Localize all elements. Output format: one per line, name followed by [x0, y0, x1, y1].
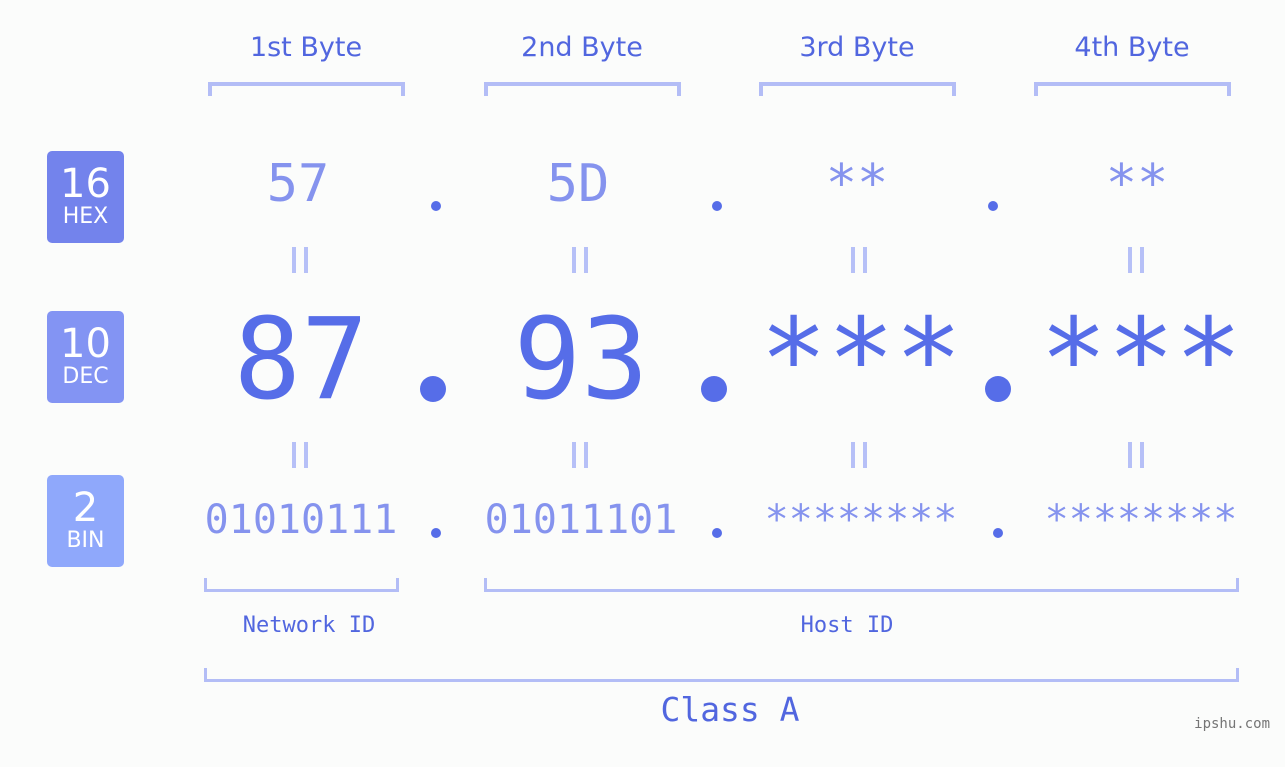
dec-byte-2: 93: [513, 295, 649, 425]
bin-byte-4: ********: [1044, 497, 1238, 543]
bin-byte-1: 01010111: [204, 497, 398, 543]
dec-base-label: DEC: [62, 364, 109, 389]
bin-dot-2: [712, 528, 722, 538]
byte-label-4: 4th Byte: [1074, 32, 1190, 63]
byte-bracket-1: [208, 82, 405, 96]
equals-icon: [851, 247, 867, 273]
bin-byte-2: 01011101: [484, 497, 678, 543]
dec-dot-2: [701, 376, 727, 402]
hex-byte-2: 5D: [546, 154, 610, 214]
dec-dot-3: [985, 376, 1011, 402]
host-id-label: Host ID: [800, 613, 894, 638]
hex-base-label: HEX: [62, 204, 109, 229]
byte-label-2: 2nd Byte: [521, 32, 643, 63]
dec-byte-1: 87: [233, 295, 369, 425]
dec-dot-1: [420, 376, 446, 402]
equals-icon: [292, 442, 308, 468]
hex-dot-2: [712, 201, 722, 211]
hex-base-number: 16: [60, 161, 111, 207]
network-id-bracket: [204, 578, 399, 592]
equals-icon: [292, 247, 308, 273]
equals-icon: [1128, 442, 1144, 468]
byte-label-3: 3rd Byte: [799, 32, 915, 63]
dec-byte-4: ***: [1039, 295, 1243, 425]
hex-dot-1: [431, 201, 441, 211]
dec-base-number: 10: [60, 321, 111, 367]
equals-icon: [572, 442, 588, 468]
bin-base-number: 2: [72, 485, 99, 531]
dec-byte-3: ***: [759, 295, 963, 425]
bin-dot-3: [993, 528, 1003, 538]
hex-byte-1: 57: [266, 154, 330, 214]
byte-bracket-3: [759, 82, 956, 96]
bin-badge: 2 BIN: [47, 475, 124, 567]
equals-icon: [1128, 247, 1144, 273]
bin-base-label: BIN: [66, 528, 105, 553]
byte-bracket-4: [1034, 82, 1231, 96]
byte-label-1: 1st Byte: [249, 32, 363, 63]
hex-byte-4: **: [1105, 154, 1169, 214]
dec-badge: 10 DEC: [47, 311, 124, 403]
bin-byte-3: ********: [764, 497, 958, 543]
hex-badge: 16 HEX: [47, 151, 124, 243]
host-id-bracket: [484, 578, 1239, 592]
network-id-label: Network ID: [242, 613, 376, 638]
hex-dot-3: [988, 201, 998, 211]
class-bracket: [204, 668, 1239, 682]
equals-icon: [851, 442, 867, 468]
equals-icon: [572, 247, 588, 273]
byte-bracket-2: [484, 82, 681, 96]
watermark: ipshu.com: [1194, 716, 1270, 732]
hex-byte-3: **: [825, 154, 889, 214]
class-label: Class A: [660, 690, 800, 729]
bin-dot-1: [431, 528, 441, 538]
